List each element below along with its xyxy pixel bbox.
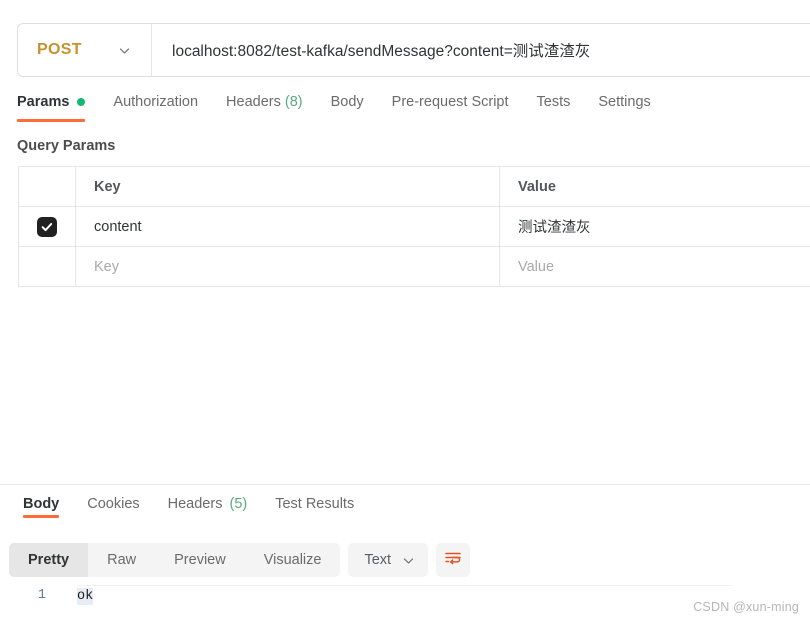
tab-body[interactable]: Body bbox=[317, 88, 378, 116]
response-tab-test-results-label: Test Results bbox=[275, 496, 355, 512]
tab-settings[interactable]: Settings bbox=[584, 88, 664, 116]
tab-tests[interactable]: Tests bbox=[523, 88, 585, 116]
active-response-tab-underline bbox=[23, 515, 60, 518]
response-format-select[interactable]: Text bbox=[348, 543, 429, 577]
response-format-label: Text bbox=[364, 552, 392, 568]
tab-tests-label: Tests bbox=[536, 94, 571, 110]
http-method-select[interactable]: POST bbox=[18, 24, 152, 76]
tab-pre-request-script-label: Pre-request Script bbox=[391, 94, 509, 110]
tab-params-label: Params bbox=[17, 94, 70, 110]
row-value-input-empty[interactable]: Value bbox=[500, 247, 810, 286]
chevron-down-icon bbox=[402, 554, 415, 567]
tab-headers-label: Headers bbox=[226, 94, 281, 110]
tab-authorization-label: Authorization bbox=[113, 94, 199, 110]
response-tab-headers-label: Headers bbox=[167, 496, 223, 512]
response-tab-body[interactable]: Body bbox=[9, 496, 73, 518]
row-checkbox-cell[interactable] bbox=[19, 207, 76, 246]
header-key: Key bbox=[76, 167, 500, 206]
checkbox-checked-icon[interactable] bbox=[37, 216, 57, 237]
request-tabs: Params Authorization Headers (8) Body Pr… bbox=[0, 88, 810, 122]
tab-headers-count: (8) bbox=[284, 94, 303, 110]
view-raw-button[interactable]: Raw bbox=[88, 543, 155, 577]
response-view-segmented-control: Pretty Raw Preview Visualize bbox=[9, 543, 341, 577]
response-tab-cookies[interactable]: Cookies bbox=[73, 496, 153, 512]
line-number: 1 bbox=[37, 588, 46, 603]
chevron-down-icon bbox=[118, 44, 131, 57]
active-tab-underline bbox=[17, 119, 86, 122]
row-key-input-empty[interactable]: Key bbox=[76, 247, 500, 286]
response-tab-cookies-label: Cookies bbox=[87, 496, 140, 512]
query-params-title: Query Params bbox=[17, 138, 116, 154]
table-header-row: Key Value bbox=[19, 167, 810, 207]
params-modified-dot-icon bbox=[77, 98, 86, 106]
watermark: CSDN @xun-ming bbox=[693, 600, 799, 614]
http-method-label: POST bbox=[37, 41, 82, 58]
row-checkbox-cell-empty[interactable] bbox=[19, 247, 76, 286]
row-key-input[interactable]: content bbox=[76, 207, 500, 246]
request-url-input[interactable]: localhost:8082/test-kafka/sendMessage?co… bbox=[152, 24, 810, 76]
tab-body-label: Body bbox=[330, 94, 364, 110]
tab-headers[interactable]: Headers (8) bbox=[212, 88, 317, 116]
table-row: content 测试渣渣灰 bbox=[19, 207, 810, 247]
view-preview-button[interactable]: Preview bbox=[155, 543, 245, 577]
response-tab-test-results[interactable]: Test Results bbox=[261, 496, 368, 512]
response-tabs: Body Cookies Headers (5) Test Results bbox=[0, 496, 810, 528]
view-pretty-button[interactable]: Pretty bbox=[9, 543, 89, 577]
tab-pre-request-script[interactable]: Pre-request Script bbox=[378, 88, 523, 116]
query-params-table: Key Value content 测试渣渣灰 Key Value bbox=[18, 166, 810, 287]
response-tab-headers-count: (5) bbox=[229, 496, 248, 512]
response-tab-headers[interactable]: Headers (5) bbox=[154, 496, 262, 512]
view-visualize-button[interactable]: Visualize bbox=[245, 543, 341, 577]
response-divider bbox=[0, 484, 810, 485]
response-tab-body-label: Body bbox=[23, 496, 60, 512]
request-url-bar: POST localhost:8082/test-kafka/sendMessa… bbox=[17, 23, 810, 77]
response-body-text: ok bbox=[77, 588, 94, 605]
response-body-viewer[interactable]: 1 ok bbox=[0, 583, 810, 626]
tab-settings-label: Settings bbox=[598, 94, 651, 110]
tab-authorization[interactable]: Authorization bbox=[99, 88, 212, 116]
wrap-lines-button[interactable] bbox=[436, 543, 471, 577]
header-checkbox-cell bbox=[19, 167, 76, 206]
row-value-input[interactable]: 测试渣渣灰 bbox=[500, 207, 810, 246]
table-row: Key Value bbox=[19, 247, 810, 287]
wrap-lines-icon bbox=[444, 549, 462, 572]
line-number-gutter: 1 bbox=[0, 583, 56, 626]
tab-params[interactable]: Params bbox=[17, 88, 99, 122]
response-view-toolbar: Pretty Raw Preview Visualize Text bbox=[9, 543, 471, 577]
header-value: Value bbox=[518, 178, 556, 195]
